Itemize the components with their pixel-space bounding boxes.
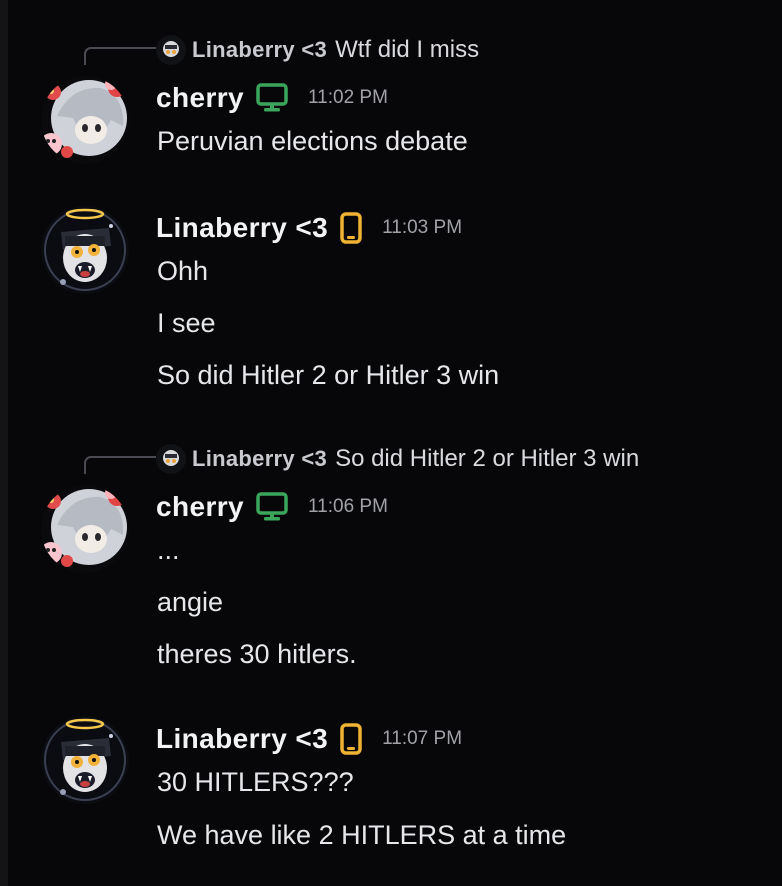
timestamp[interactable]: 11:03 PM xyxy=(382,217,462,239)
reply-text[interactable]: So did Hitler 2 or Hitler 3 win xyxy=(335,445,639,473)
message-text: theres 30 hitlers. xyxy=(157,639,357,669)
timestamp[interactable]: 11:06 PM xyxy=(308,496,388,518)
username[interactable]: Linaberry <3 xyxy=(156,212,328,244)
message-text: Ohh xyxy=(157,256,209,286)
avatar[interactable] xyxy=(41,485,129,573)
reply-connector xyxy=(84,456,156,474)
message-text: angie xyxy=(157,587,224,617)
timestamp[interactable]: 11:07 PM xyxy=(382,728,462,750)
message-text: ... xyxy=(157,535,180,565)
timestamp[interactable]: 11:02 PM xyxy=(308,87,388,109)
message-text: 30 HITLERS??? xyxy=(157,767,354,797)
reply-avatar[interactable] xyxy=(156,35,186,65)
message-header: Linaberry <3 11:03 PM xyxy=(156,211,462,245)
message-header: cherry 11:02 PM xyxy=(156,81,388,115)
message-text: We have like 2 HITLERS at a time xyxy=(157,820,567,850)
reply-avatar[interactable] xyxy=(156,444,186,474)
avatar[interactable] xyxy=(41,716,129,804)
avatar[interactable] xyxy=(41,206,129,294)
mobile-icon xyxy=(340,723,362,755)
reply-author[interactable]: Linaberry <3 xyxy=(192,37,327,63)
username[interactable]: cherry xyxy=(156,82,244,114)
message-header: cherry 11:06 PM xyxy=(156,490,388,524)
username[interactable]: cherry xyxy=(156,491,244,523)
channel-left-rail xyxy=(0,0,8,886)
message-text: Peruvian elections debate xyxy=(157,126,468,156)
message-header: Linaberry <3 11:07 PM xyxy=(156,722,462,756)
mobile-icon xyxy=(340,212,362,244)
reply-text[interactable]: Wtf did I miss xyxy=(335,36,479,64)
reply-preview[interactable]: Linaberry <3 So did Hitler 2 or Hitler 3… xyxy=(156,444,639,474)
reply-connector xyxy=(84,47,156,65)
message-text: I see xyxy=(157,308,216,338)
message-text: So did Hitler 2 or Hitler 3 win xyxy=(157,360,500,390)
avatar[interactable] xyxy=(41,76,129,164)
username[interactable]: Linaberry <3 xyxy=(156,723,328,755)
desktop-icon xyxy=(256,83,288,113)
reply-author[interactable]: Linaberry <3 xyxy=(192,446,327,472)
desktop-icon xyxy=(256,492,288,522)
reply-preview[interactable]: Linaberry <3 Wtf did I miss xyxy=(156,35,479,65)
